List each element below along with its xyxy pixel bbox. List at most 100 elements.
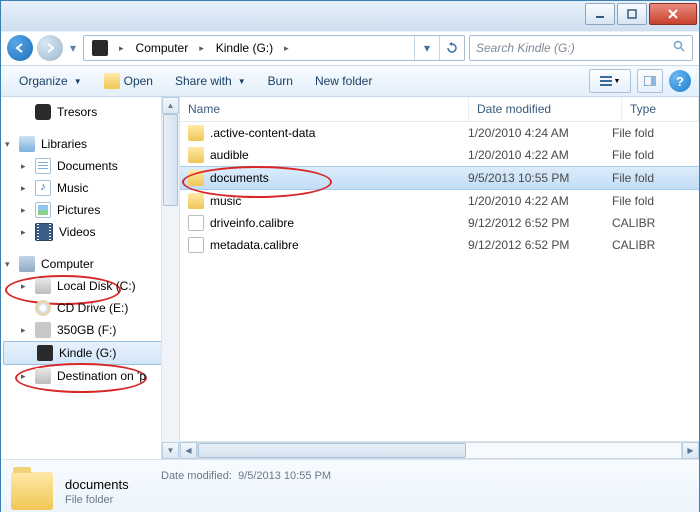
details-pane: documents File folder Date modified: 9/5… — [1, 459, 699, 512]
collapse-icon[interactable]: ▾ — [5, 139, 10, 150]
scroll-up-icon[interactable]: ▲ — [162, 97, 179, 114]
file-name: audible — [210, 148, 249, 162]
preview-pane-button[interactable] — [637, 69, 663, 93]
explorer-window: ▾ ▸ Computer ▸ Kindle (G:) ▸ ▾ Search Ki… — [0, 0, 700, 512]
file-type: File fold — [612, 126, 699, 140]
drive-icon — [35, 322, 51, 338]
file-type: File fold — [612, 171, 699, 185]
minimize-button[interactable] — [585, 3, 615, 25]
chevron-right-icon[interactable]: ▸ — [280, 43, 293, 54]
pictures-icon — [35, 202, 51, 218]
expand-icon[interactable]: ▸ — [21, 325, 26, 336]
file-rows: .active-content-data1/20/2010 4:24 AMFil… — [180, 122, 699, 441]
close-button[interactable] — [649, 3, 697, 25]
horizontal-scrollbar[interactable]: ◀ ▶ — [180, 441, 699, 459]
videos-icon — [35, 223, 53, 241]
cd-icon — [35, 300, 51, 316]
column-name[interactable]: Name — [180, 97, 469, 121]
history-dropdown[interactable]: ▾ — [67, 41, 79, 55]
new-folder-button[interactable]: New folder — [305, 69, 382, 93]
organize-button[interactable]: Organize▼ — [9, 69, 92, 93]
music-icon: ♪ — [35, 180, 51, 196]
expand-icon[interactable]: ▸ — [21, 281, 26, 292]
nav-kindle[interactable]: Kindle (G:) — [3, 341, 177, 365]
file-row[interactable]: .active-content-data 1/20/2010 4:24 AMFil… — [180, 122, 699, 144]
folder-icon — [188, 170, 204, 186]
nav-libraries[interactable]: ▾Libraries — [1, 133, 179, 155]
file-list-pane: Name Date modified Type .active-content-… — [180, 97, 699, 459]
details-date: Date modified: 9/5/2013 10:55 PM — [161, 470, 331, 482]
folder-icon — [11, 472, 53, 510]
nav-videos[interactable]: ▸Videos — [1, 221, 179, 243]
scroll-right-icon[interactable]: ▶ — [682, 442, 699, 459]
column-headers: Name Date modified Type — [180, 97, 699, 122]
expand-icon[interactable]: ▸ — [21, 183, 26, 194]
help-button[interactable]: ? — [669, 70, 691, 92]
open-button[interactable]: Open — [94, 69, 163, 93]
chevron-right-icon[interactable]: ▸ — [115, 43, 128, 54]
folder-icon — [188, 147, 204, 163]
expand-icon[interactable]: ▸ — [21, 227, 26, 238]
nav-local-disk[interactable]: ▸Local Disk (C:) — [1, 275, 179, 297]
forward-button[interactable] — [37, 35, 63, 61]
file-date: 9/5/2013 10:55 PM — [468, 171, 612, 185]
file-row[interactable]: metadata.calibre9/12/2012 6:52 PMCALIBR — [180, 234, 699, 256]
search-input[interactable]: Search Kindle (G:) — [469, 35, 693, 61]
file-name: driveinfo.calibre — [210, 216, 294, 230]
file-row[interactable]: documents9/5/2013 10:55 PMFile fold — [180, 166, 699, 190]
expand-icon[interactable]: ▸ — [21, 371, 26, 382]
nav-destination[interactable]: ▸Destination on 'p — [1, 365, 179, 387]
file-icon — [188, 237, 204, 253]
expand-icon[interactable]: ▸ — [21, 205, 26, 216]
nav-scrollbar[interactable]: ▲ ▼ — [161, 97, 179, 459]
nav-computer[interactable]: ▾Computer — [1, 253, 179, 275]
nav-pictures[interactable]: ▸Pictures — [1, 199, 179, 221]
dropdown-icon[interactable]: ▾ — [414, 36, 439, 60]
network-icon — [35, 368, 51, 384]
tresors-icon — [35, 104, 51, 120]
scroll-thumb[interactable] — [198, 443, 466, 458]
share-button[interactable]: Share with▼ — [165, 69, 256, 93]
search-icon — [673, 40, 686, 56]
details-name: documents — [65, 477, 129, 492]
breadcrumb-computer[interactable]: Computer — [128, 36, 196, 60]
file-row[interactable]: music1/20/2010 4:22 AMFile fold — [180, 190, 699, 212]
nav-music[interactable]: ▸♪Music — [1, 177, 179, 199]
file-name: metadata.calibre — [210, 238, 299, 252]
chevron-right-icon[interactable]: ▸ — [195, 43, 208, 54]
file-date: 1/20/2010 4:24 AM — [468, 126, 612, 140]
maximize-button[interactable] — [617, 3, 647, 25]
disk-icon — [35, 278, 51, 294]
refresh-icon[interactable] — [439, 36, 464, 60]
file-row[interactable]: audible1/20/2010 4:22 AMFile fold — [180, 144, 699, 166]
back-button[interactable] — [7, 35, 33, 61]
command-bar: Organize▼ Open Share with▼ Burn New fold… — [1, 65, 699, 97]
expand-icon[interactable]: ▸ — [21, 161, 26, 172]
folder-icon — [188, 193, 204, 209]
scroll-left-icon[interactable]: ◀ — [180, 442, 197, 459]
documents-icon — [35, 158, 51, 174]
file-name: music — [210, 194, 241, 208]
nav-350gb[interactable]: ▸350GB (F:) — [1, 319, 179, 341]
kindle-icon — [37, 345, 53, 361]
column-date[interactable]: Date modified — [469, 97, 622, 121]
address-bar[interactable]: ▸ Computer ▸ Kindle (G:) ▸ ▾ — [83, 35, 465, 61]
file-date: 9/12/2012 6:52 PM — [468, 216, 612, 230]
breadcrumb-kindle[interactable]: Kindle (G:) — [208, 36, 280, 60]
folder-icon — [104, 73, 120, 89]
scroll-down-icon[interactable]: ▼ — [162, 442, 179, 459]
file-name: .active-content-data — [210, 126, 315, 140]
nav-tresors[interactable]: Tresors — [1, 101, 179, 123]
nav-bar: ▾ ▸ Computer ▸ Kindle (G:) ▸ ▾ Search Ki… — [1, 31, 699, 65]
burn-button[interactable]: Burn — [258, 69, 303, 93]
collapse-icon[interactable]: ▾ — [5, 259, 10, 270]
nav-cd-drive[interactable]: CD Drive (E:) — [1, 297, 179, 319]
file-icon — [188, 215, 204, 231]
column-type[interactable]: Type — [622, 97, 699, 121]
search-placeholder: Search Kindle (G:) — [476, 41, 575, 55]
scroll-thumb[interactable] — [163, 114, 178, 206]
view-options-button[interactable]: ▼ — [589, 69, 631, 93]
file-row[interactable]: driveinfo.calibre9/12/2012 6:52 PMCALIBR — [180, 212, 699, 234]
nav-documents[interactable]: ▸Documents — [1, 155, 179, 177]
file-type: CALIBR — [612, 238, 699, 252]
